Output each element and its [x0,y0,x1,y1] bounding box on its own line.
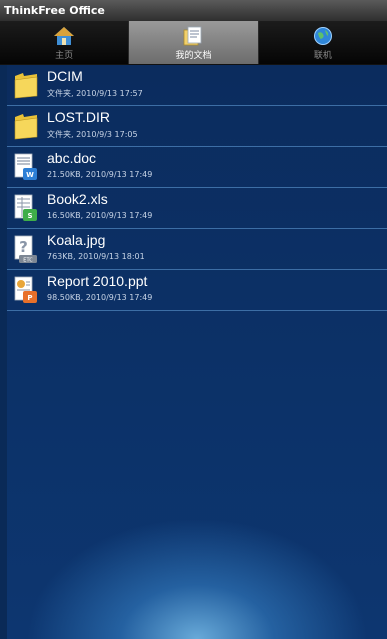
tab-bar: 主页 我的文档 联机 [0,21,387,65]
folder-icon [14,114,38,140]
tab-online[interactable]: 联机 [258,21,387,64]
unknown-file-icon: ? ETC [14,235,37,264]
file-list: DCIM 文件夹, 2010/9/13 17:57 LOST.DIR 文件夹, … [7,65,387,639]
file-meta: 16.50KB, 2010/9/13 17:49 [47,211,153,220]
file-row-abc-doc[interactable]: W abc.doc 21.50KB, 2010/9/13 17:49 [7,147,387,188]
svg-text:?: ? [19,238,28,256]
left-edge [0,65,7,639]
tab-home-label: 主页 [55,51,74,61]
etc-badge: ETC [23,258,33,264]
file-row-koala-jpg[interactable]: ? ETC Koala.jpg 763KB, 2010/9/13 18:01 [7,229,387,270]
svg-text:S: S [27,212,32,220]
doc-file-icon: W [14,153,37,180]
file-name: Report 2010.ppt [47,273,148,289]
file-row-dcim[interactable]: DCIM 文件夹, 2010/9/13 17:57 [7,65,387,106]
file-meta: 763KB, 2010/9/13 18:01 [47,252,145,261]
file-name: LOST.DIR [47,109,111,125]
file-row-lost-dir[interactable]: LOST.DIR 文件夹, 2010/9/3 17:05 [7,106,387,147]
home-icon [54,27,75,45]
globe-icon [313,27,332,45]
app-title: ThinkFree Office [0,0,387,21]
tab-home[interactable]: 主页 [0,21,130,64]
xls-file-icon: S [14,194,37,221]
svg-text:P: P [27,294,32,302]
documents-icon [184,26,202,46]
folder-icon [14,73,38,99]
file-name: DCIM [47,68,83,84]
ppt-file-icon: P [14,276,37,303]
tab-my-documents-label: 我的文档 [175,51,212,61]
file-meta: 文件夹, 2010/9/3 17:05 [47,130,138,139]
file-meta: 21.50KB, 2010/9/13 17:49 [47,170,153,179]
file-row-report-2010-ppt[interactable]: P Report 2010.ppt 98.50KB, 2010/9/13 17:… [7,270,387,311]
file-name: abc.doc [47,150,97,166]
file-meta: 98.50KB, 2010/9/13 17:49 [47,293,153,302]
tab-online-label: 联机 [313,51,332,61]
file-name: Book2.xls [47,191,108,207]
tab-my-documents[interactable]: 我的文档 [129,21,259,64]
file-meta: 文件夹, 2010/9/13 17:57 [47,89,143,98]
file-name: Koala.jpg [47,232,106,248]
svg-text:W: W [26,171,34,179]
file-row-book2-xls[interactable]: S Book2.xls 16.50KB, 2010/9/13 17:49 [7,188,387,229]
